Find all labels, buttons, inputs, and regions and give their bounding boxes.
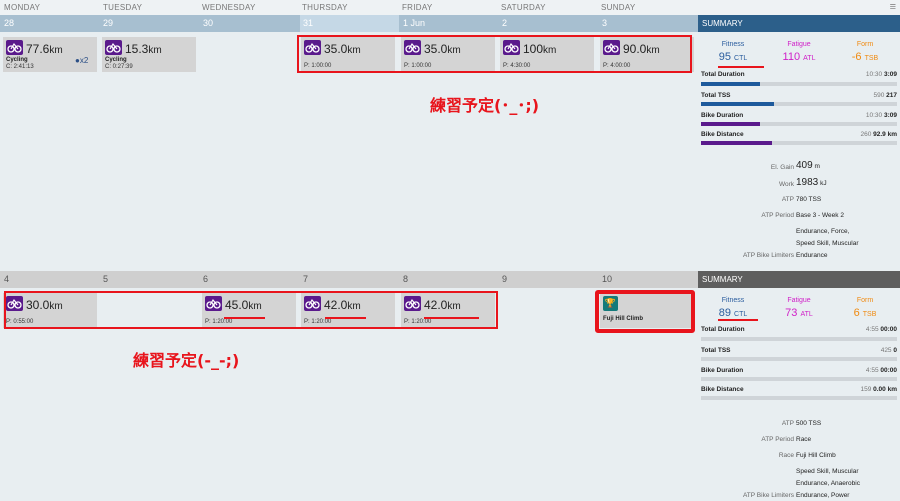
date-cell: 2 xyxy=(502,18,508,28)
distance: 15.3km xyxy=(125,42,162,56)
distance: 77.6km xyxy=(26,42,63,56)
menu-icon[interactable]: ≡ xyxy=(890,1,896,13)
progress-bar xyxy=(701,82,897,86)
progress-bar xyxy=(701,377,897,381)
workout-card[interactable]: 77.6km Cycling C: 2:41:13 ●x2 xyxy=(3,37,97,72)
date-cell: 9 xyxy=(502,274,508,284)
weekday-sunday: SUNDAY xyxy=(601,3,636,12)
multi-count: ●x2 xyxy=(75,56,89,65)
planned-workouts-highlight xyxy=(297,35,692,73)
annotation-text: 練習予定(-_-;) xyxy=(133,351,240,370)
workout-type: Cycling xyxy=(105,57,127,63)
progress-bar xyxy=(701,122,897,126)
annotation-text: 練習予定(･_･;) xyxy=(430,96,540,115)
date-cell: 31 xyxy=(303,18,314,28)
date-cell: 4 xyxy=(4,274,10,284)
distance-underline xyxy=(325,317,366,319)
weekday-wednesday: WEDNESDAY xyxy=(202,3,256,12)
planned-workouts-highlight xyxy=(4,291,498,329)
date-cell: 6 xyxy=(203,274,209,284)
date-cell: 1 Jun xyxy=(403,18,426,28)
weekday-monday: MONDAY xyxy=(4,3,41,12)
date-cell: 5 xyxy=(103,274,109,284)
today-highlight xyxy=(300,15,399,32)
fatigue-metric: Fatigue 73 ATL xyxy=(785,297,813,319)
progress-bar xyxy=(701,337,897,341)
date-cell: 8 xyxy=(403,274,409,284)
workout-card[interactable]: 15.3km Cycling C: 0:27:39 xyxy=(102,37,196,72)
progress-bar xyxy=(701,357,897,361)
form-metric: Form 6 TSB xyxy=(853,297,877,319)
bike-icon xyxy=(105,40,122,55)
date-cell: 29 xyxy=(103,18,114,28)
progress-bar xyxy=(701,141,897,145)
date-cell: 30 xyxy=(203,18,214,28)
fitness-metric: Fitness 89 CTL xyxy=(718,297,748,319)
date-cell: 10 xyxy=(602,274,613,284)
progress-bar xyxy=(701,102,897,106)
weekday-friday: FRIDAY xyxy=(402,3,433,12)
bike-icon xyxy=(6,40,23,55)
date-cell: 28 xyxy=(4,18,15,28)
race-highlight xyxy=(595,290,695,333)
weekday-thursday: THURSDAY xyxy=(302,3,348,12)
date-cell: 3 xyxy=(602,18,608,28)
week2-date-bar: 4 5 6 7 8 9 10 xyxy=(0,271,698,288)
distance-underline xyxy=(224,317,265,319)
date-cell: 7 xyxy=(303,274,309,284)
week1-summary-header: SUMMARY xyxy=(698,15,900,32)
fitness-metric: Fitness 95 CTL xyxy=(718,41,748,63)
week2-summary-header: SUMMARY xyxy=(698,271,900,288)
week1-date-bar: 28 29 30 31 1 Jun 2 3 xyxy=(0,15,698,32)
workout-time: C: 2:41:13 xyxy=(6,64,34,70)
progress-bar xyxy=(701,396,897,400)
weekday-tuesday: TUESDAY xyxy=(103,3,143,12)
form-metric: Form -6 TSB xyxy=(851,41,879,63)
weekday-header: MONDAY TUESDAY WEDNESDAY THURSDAY FRIDAY… xyxy=(0,0,900,15)
workout-type: Cycling xyxy=(6,57,28,63)
distance-underline xyxy=(424,317,479,319)
weekday-saturday: SATURDAY xyxy=(501,3,546,12)
fitness-underline xyxy=(718,319,758,321)
workout-time: C: 0:27:39 xyxy=(105,64,133,70)
fatigue-metric: Fatigue 110 ATL xyxy=(782,41,816,63)
fitness-underline xyxy=(718,66,764,68)
